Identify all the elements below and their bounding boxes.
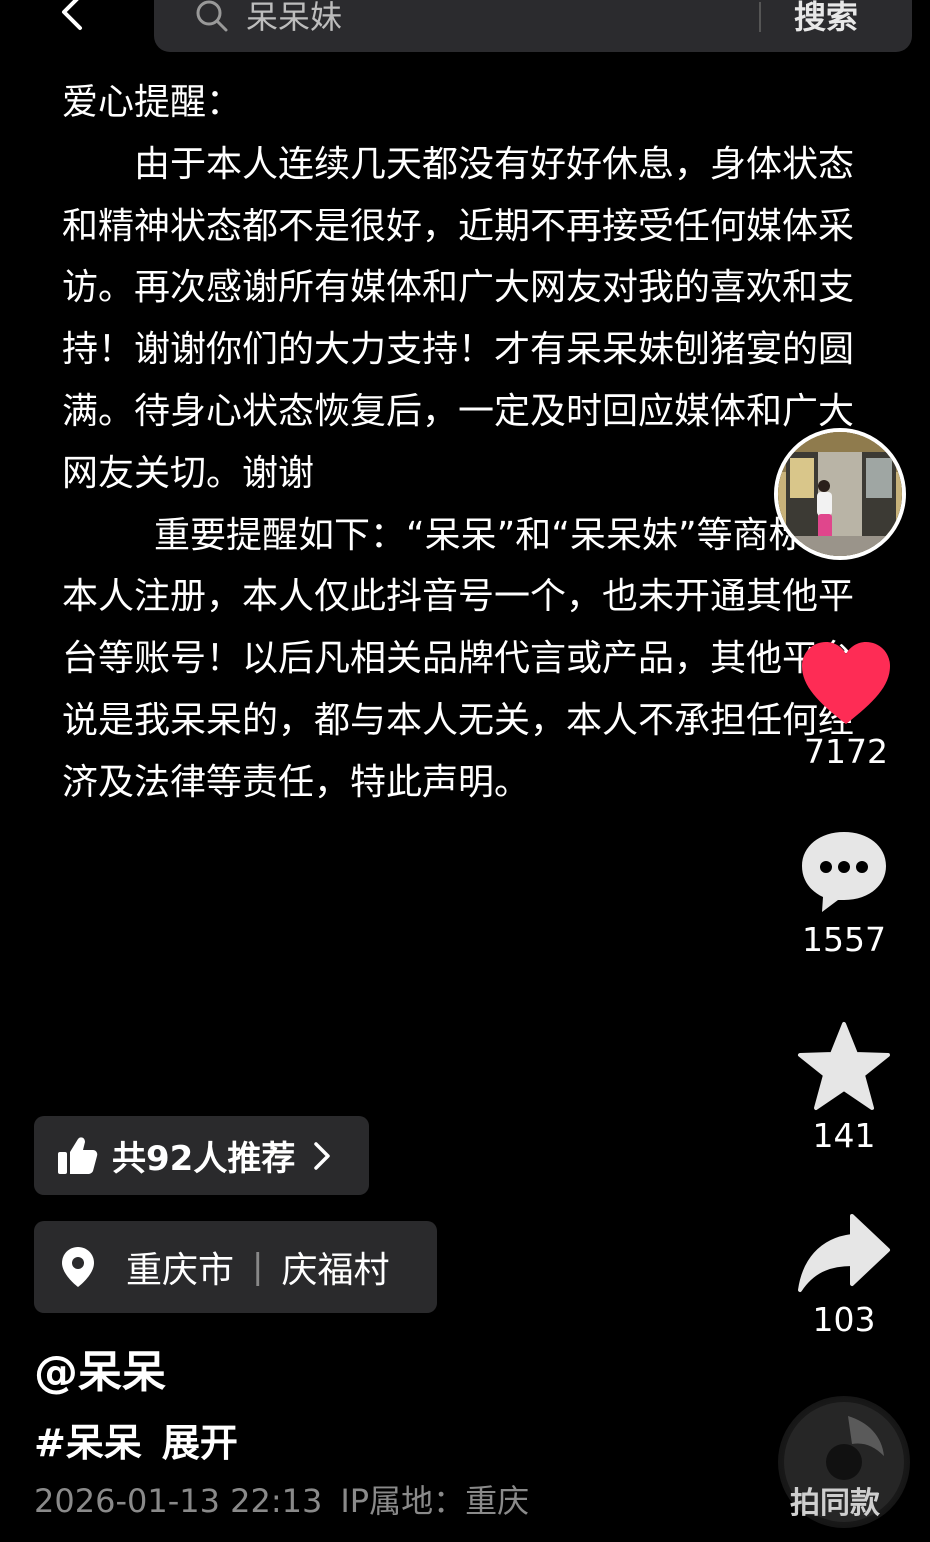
comment-icon bbox=[802, 832, 886, 912]
statement-text: 爱心提醒： 由于本人连续几天都没有好好休息，身体状态和精神状态都不是很好，近期不… bbox=[62, 72, 862, 814]
use-sound-label[interactable]: 拍同款 bbox=[790, 1478, 880, 1522]
thumbs-up-icon bbox=[58, 1136, 98, 1174]
ip-location: IP属地：重庆 bbox=[340, 1482, 530, 1520]
avatar-image bbox=[778, 432, 902, 556]
location-city: 重庆市 bbox=[126, 1250, 235, 1291]
search-input[interactable]: 呆呆妹 bbox=[246, 0, 342, 38]
statement-paragraph-1: 由于本人连续几天都没有好好休息，身体状态和精神状态都不是很好，近期不再接受任何媒… bbox=[62, 143, 855, 494]
comment-count: 1557 bbox=[802, 920, 886, 959]
favorite-count: 141 bbox=[812, 1116, 876, 1155]
caption: #呆呆 展开 bbox=[34, 1412, 238, 1467]
back-arrow-icon[interactable] bbox=[52, 0, 92, 34]
like-button[interactable]: 7172 bbox=[786, 640, 906, 771]
search-bar[interactable]: 呆呆妹 搜索 bbox=[154, 0, 912, 52]
statement-heading: 爱心提醒： bbox=[62, 82, 243, 123]
author-avatar[interactable] bbox=[774, 428, 906, 560]
post-meta: 2026-01-13 22:13 IP属地：重庆 bbox=[34, 1476, 529, 1522]
like-count: 7172 bbox=[804, 732, 888, 771]
search-divider bbox=[759, 2, 761, 32]
author-handle[interactable]: @呆呆 bbox=[34, 1336, 166, 1400]
location-pill[interactable]: 重庆市 | 庆福村 bbox=[34, 1221, 437, 1313]
heart-icon bbox=[802, 642, 890, 724]
share-count: 103 bbox=[812, 1300, 876, 1339]
comment-button[interactable]: 1557 bbox=[784, 828, 904, 959]
recommend-label: 共92人推荐 bbox=[112, 1139, 296, 1179]
recommend-pill[interactable]: 共92人推荐 bbox=[34, 1116, 369, 1195]
statement-paragraph-2: 重要提醒如下：“呆呆”和“呆呆妹”等商标非本人注册，本人仅此抖音号一个，也未开通… bbox=[62, 514, 855, 803]
share-button[interactable]: 103 bbox=[784, 1212, 904, 1339]
share-arrow-icon bbox=[798, 1214, 890, 1292]
chevron-right-icon bbox=[314, 1141, 331, 1170]
post-timestamp: 2026-01-13 22:13 bbox=[34, 1482, 323, 1520]
location-pin-icon bbox=[62, 1247, 94, 1287]
expand-button[interactable]: 展开 bbox=[162, 1421, 238, 1465]
location-village: 庆福村 bbox=[281, 1250, 390, 1291]
favorite-button[interactable]: 141 bbox=[784, 1020, 904, 1155]
search-icon bbox=[196, 0, 228, 32]
hashtag-link[interactable]: #呆呆 bbox=[34, 1421, 142, 1465]
location-separator: | bbox=[252, 1247, 264, 1287]
search-button[interactable]: 搜索 bbox=[794, 0, 858, 38]
star-icon bbox=[798, 1022, 890, 1110]
